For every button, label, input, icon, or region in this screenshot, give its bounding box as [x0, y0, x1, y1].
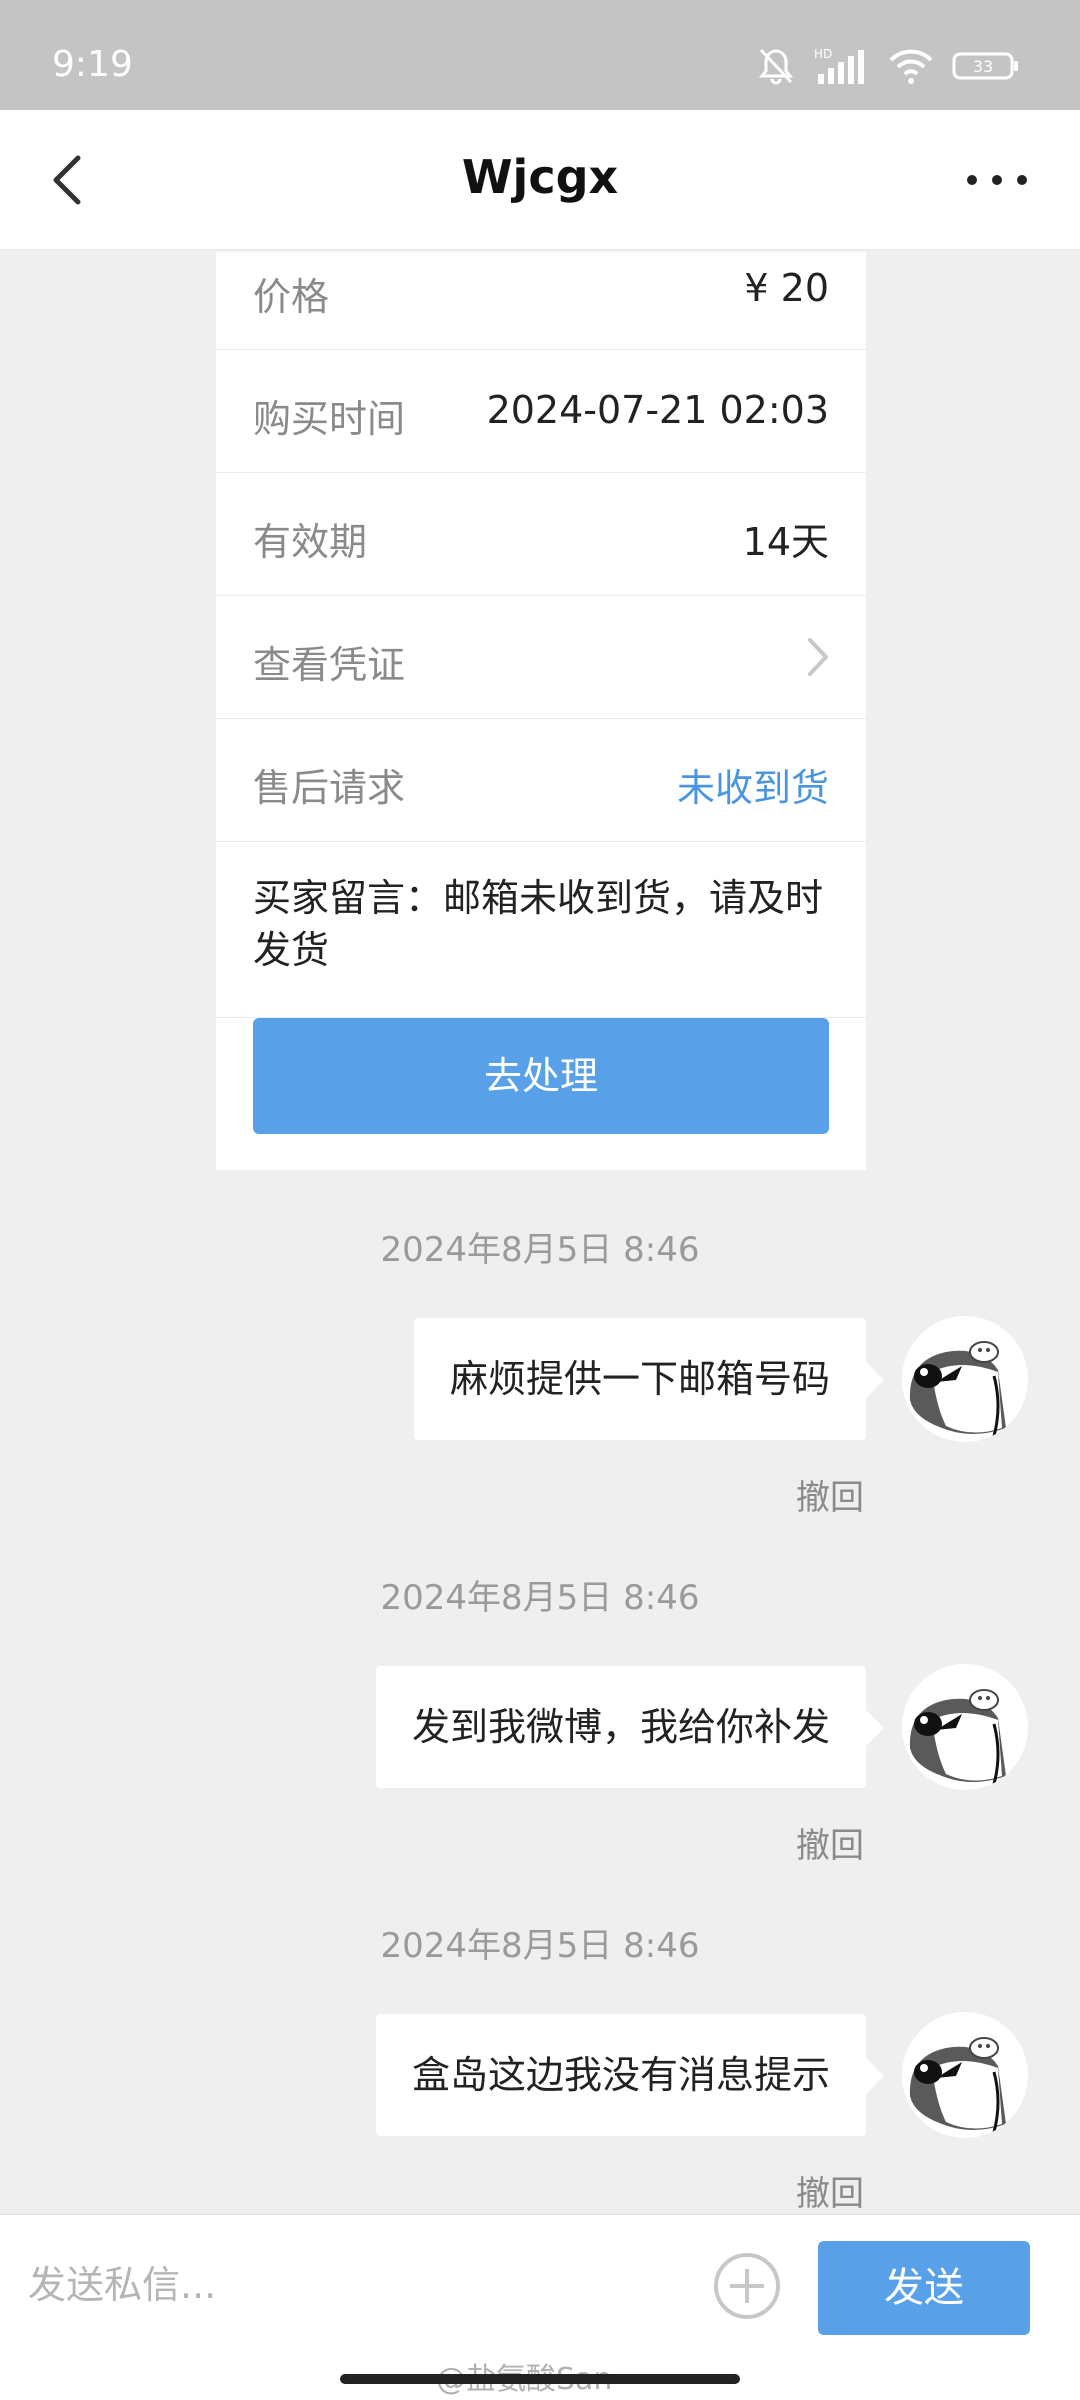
send-button[interactable]: 发送 — [818, 2241, 1030, 2335]
recall-link[interactable]: 撤回 — [796, 1470, 864, 1519]
avatar[interactable] — [902, 1664, 1028, 1790]
price-value: ¥ 20 — [744, 266, 829, 310]
validity-label: 有效期 — [253, 520, 368, 564]
purchase-time-value: 2024-07-21 02:03 — [486, 388, 829, 432]
validity-value: 14天 — [742, 520, 829, 564]
wifi-icon — [888, 46, 934, 86]
view-voucher-row[interactable]: 查看凭证 — [216, 596, 866, 719]
recall-link[interactable]: 撤回 — [796, 2166, 864, 2215]
status-time: 9:19 — [52, 44, 133, 85]
price-label: 价格 — [253, 275, 330, 319]
plus-circle-icon[interactable] — [712, 2251, 782, 2321]
battery-level: 33 — [973, 57, 993, 76]
penguin-avatar-icon — [909, 2037, 1006, 2133]
hd-signal-icon: HD — [814, 46, 870, 86]
message-bubble[interactable]: 发到我微博，我给你补发 — [375, 1666, 885, 1788]
process-button[interactable]: 去处理 — [253, 1018, 829, 1134]
message-bubble[interactable]: 麻烦提供一下邮箱号码 — [413, 1318, 885, 1440]
order-card: 价格 ¥ 20 购买时间 2024-07-21 02:03 有效期 14天 查看… — [216, 252, 866, 1170]
page-title: Wjcgx — [461, 150, 619, 204]
recall-link[interactable]: 撤回 — [796, 1818, 864, 1867]
avatar[interactable] — [902, 2012, 1028, 2138]
chevron-right-icon — [808, 638, 828, 676]
svg-text:HD: HD — [814, 47, 832, 61]
message-timestamp: 2024年8月5日 8:46 — [380, 1578, 700, 1618]
after-sale-status[interactable]: 未收到货 — [677, 757, 829, 812]
after-sale-row[interactable]: 售后请求 未收到货 — [216, 719, 866, 842]
more-dots-icon[interactable] — [962, 162, 1032, 198]
after-sale-label: 售后请求 — [253, 766, 406, 810]
buyer-message: 买家留言：邮箱未收到货，请及时发货 — [253, 876, 824, 972]
status-bar: 9:19 HD 33 — [0, 0, 1080, 110]
validity-row: 有效期 14天 — [216, 473, 866, 596]
message-timestamp: 2024年8月5日 8:46 — [380, 1230, 700, 1270]
bell-off-icon — [756, 46, 796, 86]
status-icons: HD 33 — [756, 46, 1020, 86]
message-bubble[interactable]: 盒岛这边我没有消息提示 — [375, 2014, 885, 2136]
avatar[interactable] — [902, 1316, 1028, 1442]
purchase-time-label: 购买时间 — [253, 397, 406, 441]
chat-header: Wjcgx — [0, 110, 1080, 250]
price-row: 价格 ¥ 20 — [216, 252, 866, 350]
penguin-avatar-icon — [909, 1689, 1006, 1785]
message-timestamp: 2024年8月5日 8:46 — [380, 1926, 700, 1966]
purchase-time-row: 购买时间 2024-07-21 02:03 — [216, 350, 866, 473]
penguin-avatar-icon — [909, 1341, 1006, 1437]
battery-icon: 33 — [952, 50, 1020, 82]
home-indicator[interactable] — [340, 2374, 740, 2384]
view-voucher-label: 查看凭证 — [253, 643, 406, 687]
message-input[interactable] — [28, 2245, 668, 2325]
